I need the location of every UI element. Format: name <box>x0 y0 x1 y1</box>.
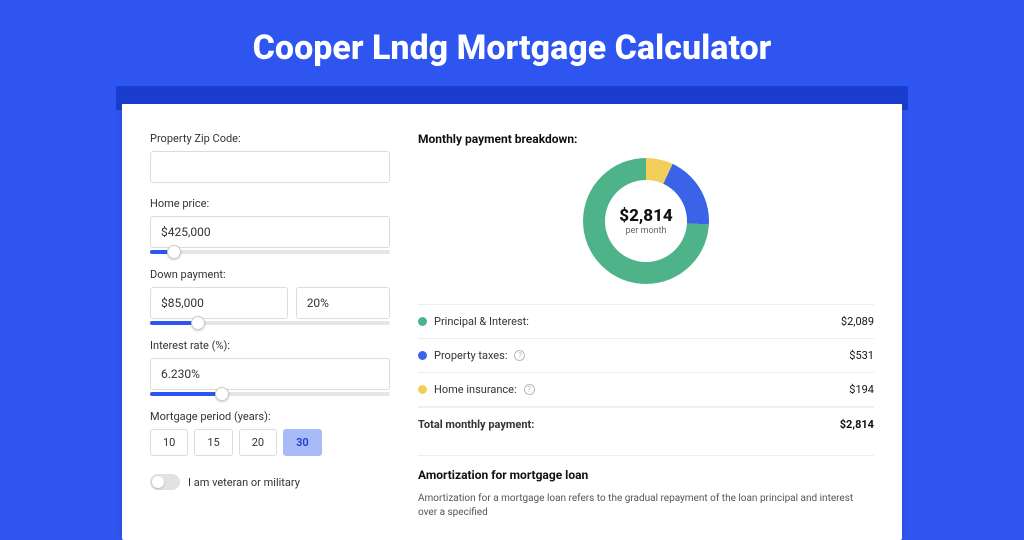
legend-dot <box>418 351 427 360</box>
breakdown-row: Home insurance:? $194 <box>418 372 874 407</box>
period-button-15[interactable]: 15 <box>194 429 232 456</box>
veteran-label: I am veteran or military <box>188 476 300 489</box>
info-icon[interactable]: ? <box>524 384 535 395</box>
down-payment-slider[interactable] <box>150 321 390 325</box>
interest-rate-slider[interactable] <box>150 392 390 396</box>
page-title: Cooper Lndg Mortgage Calculator <box>0 0 1024 86</box>
total-row: Total monthly payment: $2,814 <box>418 407 874 441</box>
total-label: Total monthly payment: <box>418 418 534 431</box>
amortization-body: Amortization for a mortgage loan refers … <box>418 492 874 520</box>
calculator-card: Property Zip Code: Home price: Down paym… <box>122 104 902 540</box>
donut-center-value: $2,814 <box>619 206 672 226</box>
breakdown-label: Property taxes: <box>434 349 507 362</box>
period-button-20[interactable]: 20 <box>239 429 277 456</box>
veteran-toggle[interactable] <box>150 474 180 490</box>
home-price-label: Home price: <box>150 197 390 210</box>
breakdown-value: $531 <box>849 349 874 362</box>
zip-label: Property Zip Code: <box>150 132 390 145</box>
breakdown-label: Home insurance: <box>434 383 517 396</box>
down-payment-input[interactable] <box>150 287 288 319</box>
down-payment-label: Down payment: <box>150 268 390 281</box>
home-price-input[interactable] <box>150 216 390 248</box>
interest-rate-input[interactable] <box>150 358 390 390</box>
payment-donut-chart: $2,814 per month <box>583 158 709 284</box>
breakdown-label: Principal & Interest: <box>434 315 529 328</box>
total-value: $2,814 <box>840 418 874 431</box>
breakdown-row: Property taxes:? $531 <box>418 338 874 372</box>
down-payment-percent-input[interactable] <box>296 287 390 319</box>
period-button-30[interactable]: 30 <box>283 429 322 456</box>
breakdown-value: $2,089 <box>841 315 874 328</box>
amortization-section: Amortization for mortgage loan Amortizat… <box>418 455 874 520</box>
legend-dot <box>418 317 427 326</box>
breakdown-heading: Monthly payment breakdown: <box>418 132 874 146</box>
amortization-heading: Amortization for mortgage loan <box>418 468 874 482</box>
zip-input[interactable] <box>150 151 390 183</box>
legend-dot <box>418 385 427 394</box>
breakdown-value: $194 <box>849 383 874 396</box>
donut-center-sub: per month <box>625 226 666 236</box>
home-price-slider[interactable] <box>150 250 390 254</box>
period-button-10[interactable]: 10 <box>150 429 188 456</box>
breakdown-row: Principal & Interest: $2,089 <box>418 304 874 338</box>
info-icon[interactable]: ? <box>514 350 525 361</box>
mortgage-period-label: Mortgage period (years): <box>150 410 390 423</box>
results-panel: Monthly payment breakdown: $2,814 per mo… <box>418 132 874 520</box>
form-panel: Property Zip Code: Home price: Down paym… <box>150 132 390 520</box>
interest-rate-label: Interest rate (%): <box>150 339 390 352</box>
